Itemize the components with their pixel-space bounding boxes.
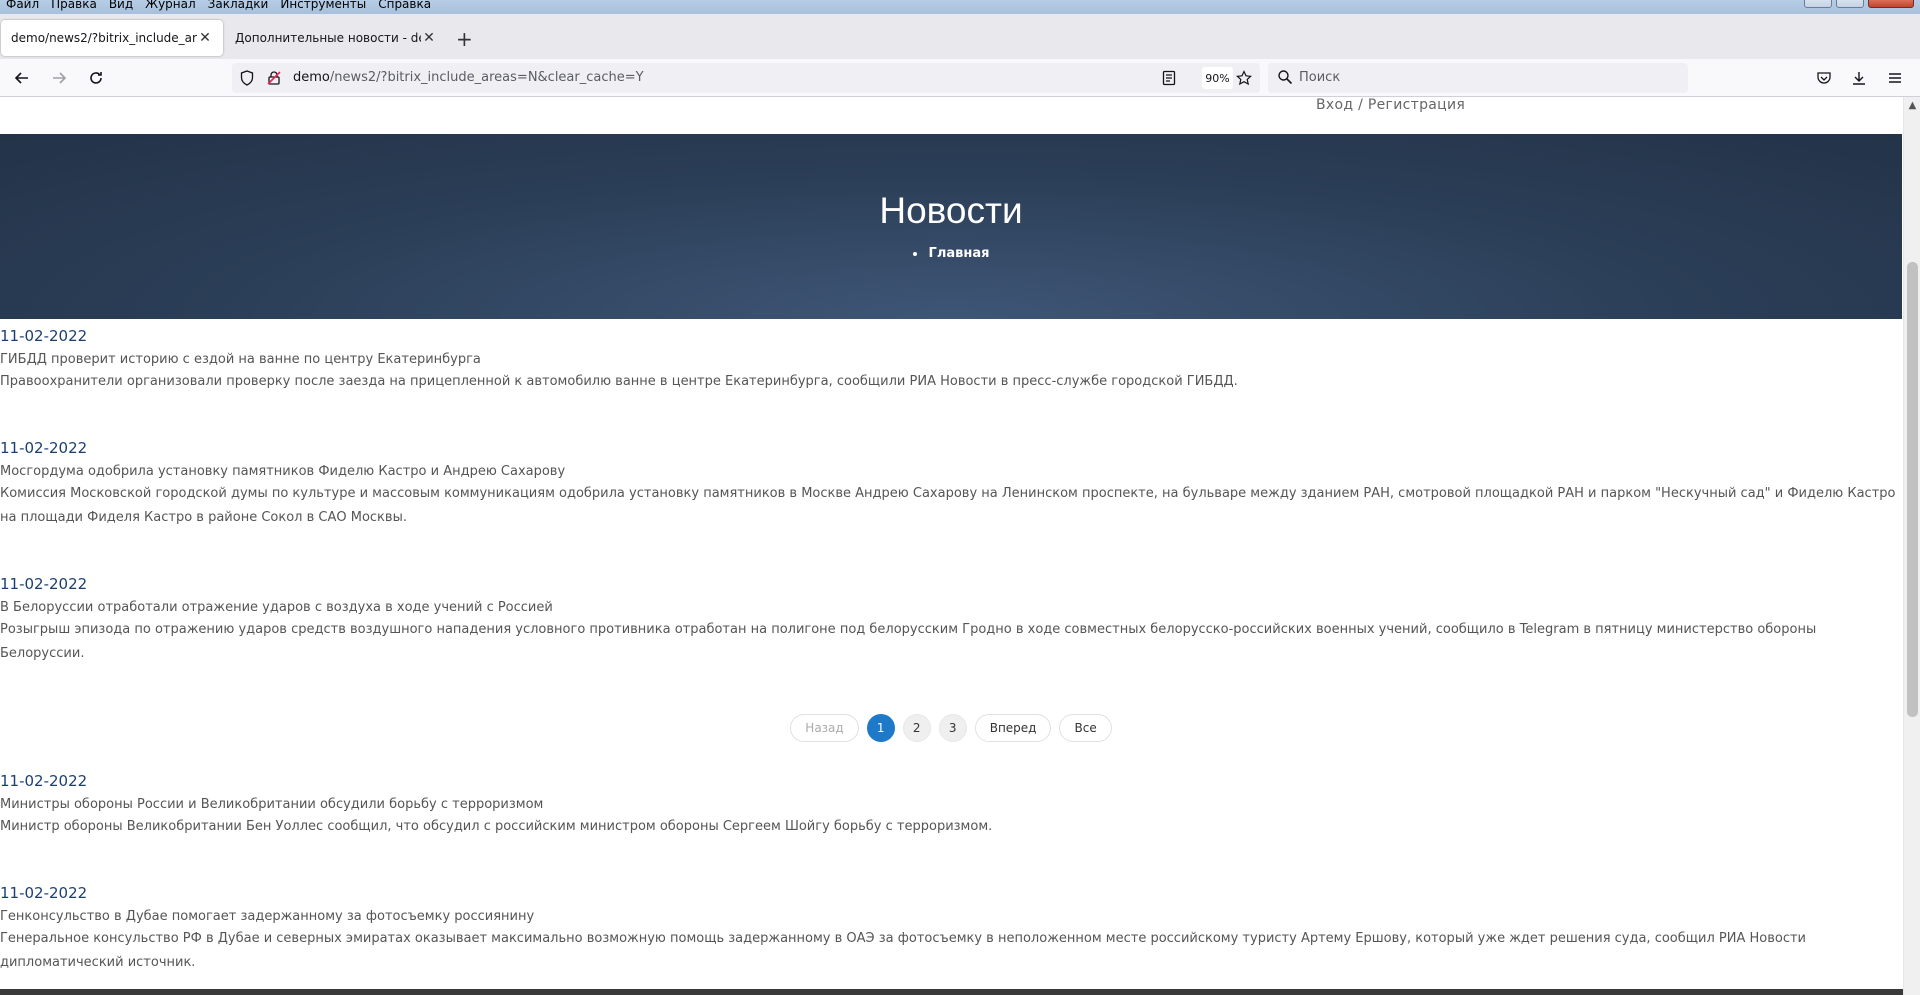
window-close-button[interactable]	[1868, 0, 1914, 8]
bookmark-star-icon[interactable]	[1235, 69, 1253, 87]
news-date: 11-02-2022	[0, 772, 88, 790]
tab-additional-news[interactable]: Дополнительные новости - demo ✕	[225, 20, 447, 56]
pagination-page-2[interactable]: 2	[902, 714, 931, 742]
page-hero-banner: Новости Главная	[0, 134, 1902, 319]
insecure-lock-icon[interactable]	[265, 69, 283, 87]
navigation-toolbar: demo/news2/?bitrix_include_areas=N&clear…	[0, 59, 1920, 97]
breadcrumb-bullet-icon	[912, 251, 917, 256]
news-preview: Правоохранители организовали проверку по…	[0, 374, 1238, 389]
news-title-link[interactable]: Генконсульство в Дубае помогает задержан…	[0, 909, 1902, 925]
news-item: 11-02-2022 Мосгордума одобрила установку…	[0, 439, 1902, 530]
hamburger-menu-icon[interactable]	[1883, 66, 1907, 90]
menu-bar: Файл Правка Вид Журнал Закладки Инструме…	[0, 0, 1920, 14]
search-input[interactable]: Поиск	[1299, 70, 1340, 85]
news-title-link[interactable]: ГИБДД проверит историю с ездой на ванне …	[0, 352, 1902, 368]
menu-bookmarks[interactable]: Закладки	[208, 0, 269, 11]
close-tab-icon[interactable]: ✕	[421, 30, 437, 46]
zoom-level-badge[interactable]: 90%	[1202, 67, 1233, 89]
forward-arrow-icon[interactable]	[47, 66, 71, 90]
minimize-button[interactable]	[1804, 0, 1832, 8]
shield-icon[interactable]	[238, 69, 256, 87]
scrollbar-thumb[interactable]	[1907, 262, 1918, 717]
address-bar[interactable]: demo/news2/?bitrix_include_areas=N&clear…	[232, 63, 1260, 93]
auth-separator: /	[1358, 97, 1364, 113]
menu-help[interactable]: Справка	[378, 0, 431, 11]
url-text[interactable]: demo/news2/?bitrix_include_areas=N&clear…	[293, 70, 644, 85]
search-icon	[1277, 69, 1293, 89]
news-preview: Комиссия Московской городской думы по ку…	[0, 486, 1896, 525]
news-preview: Генеральное консульство РФ в Дубае и сев…	[0, 931, 1807, 970]
menu-history[interactable]: Журнал	[145, 0, 196, 11]
page-viewport: Вход / Регистрация Новости Главная 11-02…	[0, 97, 1920, 995]
reload-icon[interactable]	[84, 66, 108, 90]
pagination-page-1[interactable]: 1	[866, 714, 895, 742]
page-title: Новости	[879, 190, 1023, 231]
register-link[interactable]: Регистрация	[1368, 97, 1465, 113]
pagination-all-button[interactable]: Все	[1059, 714, 1112, 742]
login-link[interactable]: Вход	[1316, 97, 1353, 113]
news-preview: Розыгрыш эпизода по отражению ударов сре…	[0, 622, 1817, 661]
reader-view-icon[interactable]	[1160, 69, 1178, 87]
pagination-page-3[interactable]: 3	[938, 714, 967, 742]
downloads-icon[interactable]	[1847, 66, 1871, 90]
pagination-next-button[interactable]: Вперед	[974, 714, 1052, 742]
tab-news2[interactable]: demo/news2/?bitrix_include_areas= ✕	[1, 20, 223, 56]
restore-button[interactable]	[1836, 0, 1864, 8]
tab-title: demo/news2/?bitrix_include_areas=	[11, 31, 197, 45]
pagination-prev-button[interactable]: Назад	[790, 714, 859, 742]
menu-file[interactable]: Файл	[6, 0, 39, 11]
news-item: 11-02-2022 В Белоруссии отработали отраж…	[0, 575, 1902, 666]
news-item: 11-02-2022 Генконсульство в Дубае помога…	[0, 884, 1902, 975]
tab-title: Дополнительные новости - demo	[235, 31, 421, 45]
news-date: 11-02-2022	[0, 884, 88, 902]
news-title-link[interactable]: Министры обороны России и Великобритании…	[0, 797, 1902, 813]
news-preview: Министр обороны Великобритании Бен Уолле…	[0, 819, 993, 834]
news-title-link[interactable]: Мосгордума одобрила установку памятников…	[0, 464, 1902, 480]
menu-edit[interactable]: Правка	[51, 0, 97, 11]
news-date: 11-02-2022	[0, 575, 88, 593]
new-tab-plus-icon[interactable]: +	[456, 28, 473, 50]
pocket-icon[interactable]	[1812, 66, 1836, 90]
breadcrumb-home-link[interactable]: Главная	[929, 246, 990, 261]
close-tab-icon[interactable]: ✕	[197, 30, 213, 46]
breadcrumb: Главная	[0, 246, 1902, 261]
news-title-link[interactable]: В Белоруссии отработали отражение ударов…	[0, 600, 1902, 616]
news-item: 11-02-2022 ГИБДД проверит историю с ездо…	[0, 327, 1902, 394]
back-arrow-icon[interactable]	[10, 66, 34, 90]
vertical-scrollbar[interactable]: ▲	[1903, 97, 1920, 995]
news-date: 11-02-2022	[0, 327, 88, 345]
footer-edge	[0, 989, 1920, 995]
tab-bar: demo/news2/?bitrix_include_areas= ✕ Допо…	[0, 14, 1920, 59]
news-item: 11-02-2022 Министры обороны России и Вел…	[0, 772, 1902, 839]
menu-view[interactable]: Вид	[109, 0, 133, 11]
pagination: Назад 1 2 3 Вперед Все	[0, 714, 1902, 742]
auth-links: Вход / Регистрация	[1316, 97, 1465, 113]
search-bar[interactable]: Поиск	[1268, 63, 1688, 93]
menu-tools[interactable]: Инструменты	[280, 0, 366, 11]
scroll-up-arrow-icon[interactable]: ▲	[1904, 97, 1920, 114]
news-date: 11-02-2022	[0, 439, 88, 457]
